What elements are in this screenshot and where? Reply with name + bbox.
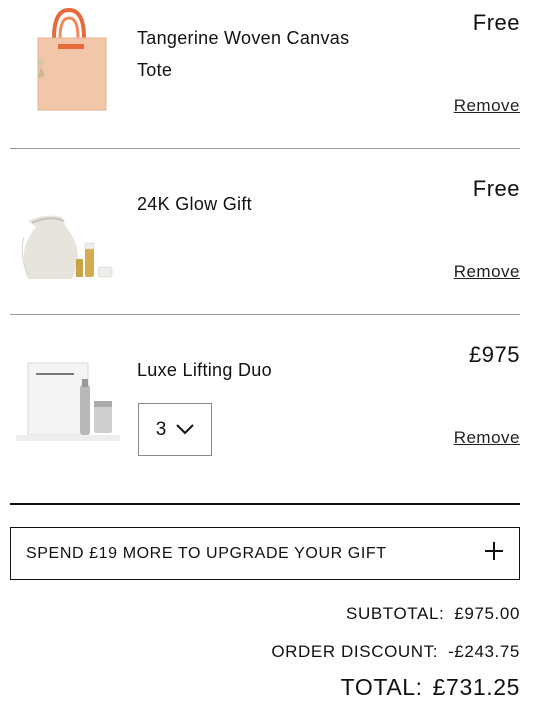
glow-gift-image: [14, 193, 124, 303]
upgrade-gift-banner[interactable]: SPEND £19 MORE TO UPGRADE YOUR GIFT: [10, 527, 520, 580]
item-name: 24K Glow Gift: [137, 194, 252, 214]
plus-icon: [485, 542, 503, 565]
item-name-line1: Tangerine Woven Canvas: [137, 28, 350, 48]
item-name: Tangerine Woven Canvas Tote: [137, 22, 349, 86]
discount-label: ORDER DISCOUNT:: [271, 642, 439, 661]
subtotal-value: £975.00: [454, 604, 520, 623]
item-price: £975: [469, 342, 520, 367]
cart-item-luxe-lifting-duo: Luxe Lifting Duo £975 Remove: [10, 315, 520, 503]
remove-button[interactable]: Remove: [454, 96, 520, 116]
remove-button[interactable]: Remove: [454, 428, 520, 448]
total-value: £731.25: [432, 674, 520, 700]
quantity-select[interactable]: 3: [138, 403, 212, 456]
total-label: TOTAL:: [340, 674, 423, 700]
section-divider: [10, 503, 520, 505]
subtotal-label: SUBTOTAL:: [346, 604, 445, 623]
cart-item-glow-gift: 24K Glow Gift Free Remove: [10, 149, 520, 314]
subtotal-row: SUBTOTAL: £975.00: [346, 604, 520, 624]
item-price: Free: [472, 176, 520, 201]
quantity-value: 3: [155, 418, 167, 440]
item-price: Free: [472, 10, 520, 35]
chevron-down-icon: [176, 419, 194, 441]
upgrade-gift-text: SPEND £19 MORE TO UPGRADE YOUR GIFT: [26, 544, 387, 562]
item-name: Luxe Lifting Duo: [137, 360, 272, 380]
remove-button[interactable]: Remove: [454, 262, 520, 282]
tote-bag-image: [14, 4, 124, 114]
luxe-lifting-duo-image: [14, 345, 124, 455]
item-name-line2: Tote: [137, 60, 173, 80]
cart-item-tote: Tangerine Woven Canvas Tote Free Remove: [10, 0, 520, 148]
discount-value: -£243.75: [448, 642, 520, 661]
discount-row: ORDER DISCOUNT: -£243.75: [271, 642, 520, 662]
total-row: TOTAL: £731.25: [341, 674, 520, 701]
